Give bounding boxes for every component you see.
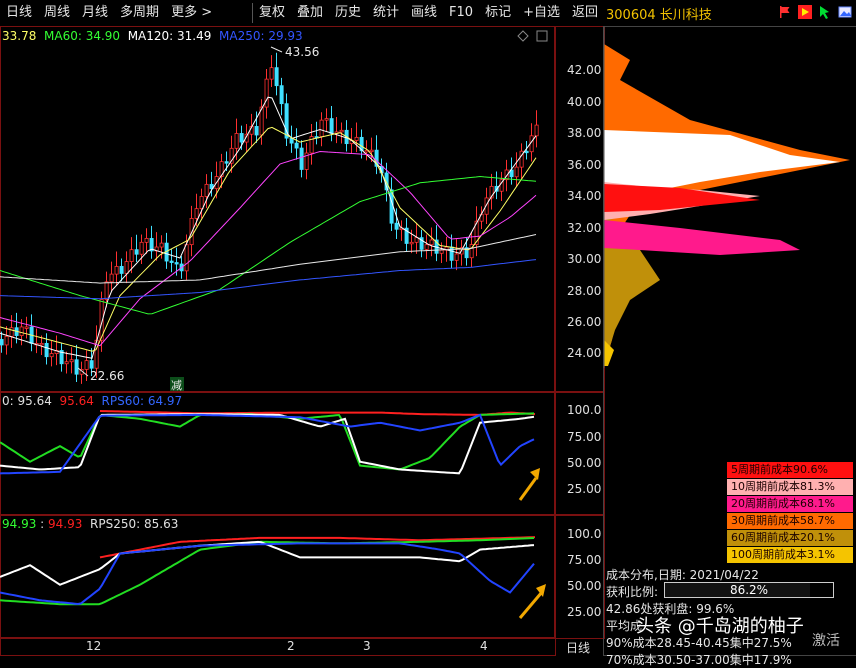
x-tick: 12 xyxy=(86,639,102,653)
cost-row-60: 60周期前成本20.1% xyxy=(727,530,853,547)
ma-value: 33.78 xyxy=(2,29,37,43)
rps250-tick: 75.00 xyxy=(567,553,602,567)
ma60-value: MA60: 34.90 xyxy=(44,29,121,43)
add-watchlist-button[interactable]: +自选 xyxy=(517,0,566,26)
rps250-tick: 50.00 xyxy=(567,579,602,593)
stock-title: 300604 长川科技 xyxy=(606,7,712,23)
watermark: 头条 @千岛湖的柚子 xyxy=(636,616,804,637)
window-icon[interactable] xyxy=(536,30,548,42)
adjust-button[interactable]: 复权 xyxy=(253,0,291,26)
main-price-chart[interactable] xyxy=(0,26,556,393)
period-month-button[interactable]: 月线 xyxy=(76,0,114,26)
cost-row-20: 20周期前成本68.1% xyxy=(727,496,853,513)
x-tick: 2 xyxy=(287,639,295,653)
collapse-icon[interactable] xyxy=(517,30,529,42)
multi-period-button[interactable]: 多周期 xyxy=(114,0,165,26)
ma120-value: MA120: 31.49 xyxy=(127,29,212,43)
rps250-white-value: RPS250: 85.63 xyxy=(90,517,179,531)
cost-date: 成本分布,日期: 2021/04/22 xyxy=(606,568,759,582)
rps250-tick: 25.00 xyxy=(567,605,602,619)
chart-toolbar: 日线 周线 月线 多周期 更多 > 复权 叠加 历史 统计 画线 F10 标记 … xyxy=(0,0,604,27)
profit-ratio-bar: 86.2% xyxy=(664,582,834,598)
x-tick: 3 xyxy=(363,639,371,653)
rps60-white-value: 0: 95.64 xyxy=(2,394,52,408)
play-icon[interactable] xyxy=(798,5,812,19)
price-tick: 40.00 xyxy=(567,95,602,109)
activate-text: 激活 xyxy=(812,633,840,649)
price-tick: 36.00 xyxy=(567,158,602,172)
rps60-tick: 75.00 xyxy=(567,430,602,444)
cost-70-range: 70%成本30.50-37.00集中17.9% xyxy=(606,653,792,667)
x-axis-bar xyxy=(0,637,556,656)
price-tick: 38.00 xyxy=(567,126,602,140)
period-day-button[interactable]: 日线 xyxy=(0,0,38,26)
more-button[interactable]: 更多 > xyxy=(165,0,218,26)
price-tick: 28.00 xyxy=(567,284,602,298)
rps60-tick: 50.00 xyxy=(567,456,602,470)
statistics-button[interactable]: 统计 xyxy=(367,0,405,26)
rps250-chart[interactable] xyxy=(0,514,556,639)
mark-button[interactable]: 标记 xyxy=(479,0,517,26)
rps250-tick: 100.0 xyxy=(567,527,602,541)
cost-row-5: 5周期前成本90.6% xyxy=(727,462,853,479)
rps60-chart[interactable] xyxy=(0,391,556,516)
picture-icon[interactable] xyxy=(838,5,852,19)
price-axis xyxy=(554,26,605,393)
profit-label: 获利比例: xyxy=(606,585,659,599)
price-tick: 26.00 xyxy=(567,315,602,329)
flag-icon[interactable] xyxy=(778,5,792,19)
f10-button[interactable]: F10 xyxy=(443,0,479,26)
price-tick: 24.00 xyxy=(567,346,602,360)
rps60-tick: 25.00 xyxy=(567,482,602,496)
rps250-red-value: 94.93 xyxy=(48,517,83,531)
rps60-red-value: 95.64 xyxy=(59,394,94,408)
rps60-legend: 0: 95.64 95.64 RPS60: 64.97 xyxy=(2,394,182,408)
profit-ratio-value: 86.2% xyxy=(729,583,769,597)
back-button[interactable]: 返回 xyxy=(566,0,604,26)
price-tick: 30.00 xyxy=(567,252,602,266)
cost-row-100: 100周期前成本3.1% xyxy=(727,547,853,564)
cost-period-table: 5周期前成本90.6% 10周期前成本81.3% 20周期前成本68.1% 30… xyxy=(727,462,853,564)
rps250-green-value: 94.93 xyxy=(2,517,37,531)
price-tick: 42.00 xyxy=(567,63,602,77)
rps60-tick: 100.0 xyxy=(567,403,602,417)
ma-legend: 33.78 MA60: 34.90 MA120: 31.49 MA250: 29… xyxy=(2,29,303,43)
price-tick: 32.00 xyxy=(567,221,602,235)
ma250-value: MA250: 29.93 xyxy=(219,29,303,43)
x-tick: 4 xyxy=(480,639,488,653)
history-button[interactable]: 历史 xyxy=(329,0,367,26)
cost-panel-header: 300604 长川科技 xyxy=(604,0,856,26)
price-tick: 34.00 xyxy=(567,189,602,203)
pointer-icon[interactable] xyxy=(818,5,832,19)
period-label[interactable]: 日线 xyxy=(566,639,590,656)
rps60-blue-value: RPS60: 64.97 xyxy=(101,394,183,408)
rps250-legend: 94.93 : 94.93 RPS250: 85.63 xyxy=(2,517,179,531)
overlay-button[interactable]: 叠加 xyxy=(291,0,329,26)
cost-row-10: 10周期前成本81.3% xyxy=(727,479,853,496)
period-week-button[interactable]: 周线 xyxy=(38,0,76,26)
draw-line-button[interactable]: 画线 xyxy=(405,0,443,26)
cost-row-30: 30周期前成本58.7% xyxy=(727,513,853,530)
